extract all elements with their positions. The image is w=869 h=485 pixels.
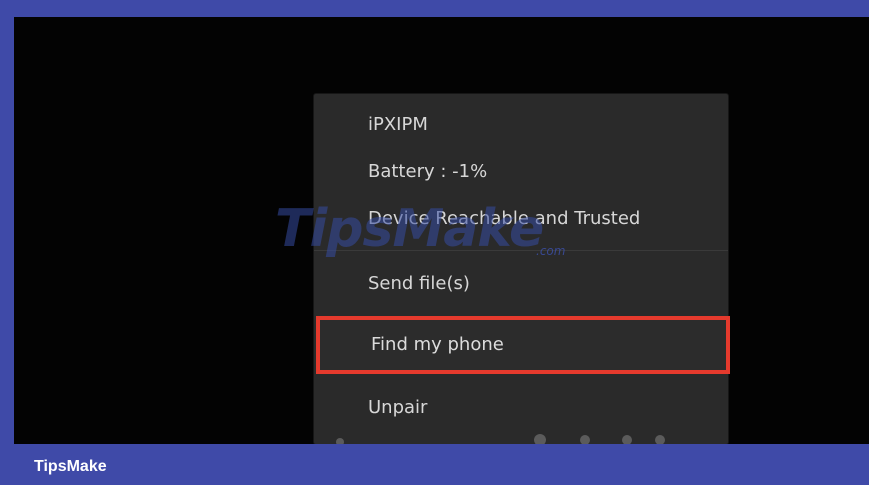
menu-item-reachability: Device Reachable and Trusted	[314, 197, 728, 241]
battery-label: Battery : -1%	[368, 161, 488, 182]
footer-bar: TipsMake	[0, 444, 869, 485]
menu-item-device-name: iPXIPM	[314, 103, 728, 147]
unpair-label: Unpair	[368, 397, 428, 418]
device-name-label: iPXIPM	[368, 114, 428, 135]
menu-item-unpair[interactable]: Unpair	[314, 386, 728, 430]
context-menu: iPXIPM Battery : -1% Device Reachable an…	[314, 94, 728, 444]
reachability-label: Device Reachable and Trusted	[368, 208, 641, 229]
find-my-phone-label: Find my phone	[371, 334, 504, 355]
send-files-label: Send file(s)	[368, 273, 470, 294]
menu-separator	[314, 250, 728, 251]
find-my-phone-button[interactable]: Find my phone	[316, 316, 730, 374]
footer-brand: TipsMake	[34, 458, 107, 475]
menu-item-send-files[interactable]: Send file(s)	[314, 262, 728, 306]
menu-item-battery: Battery : -1%	[314, 150, 728, 194]
